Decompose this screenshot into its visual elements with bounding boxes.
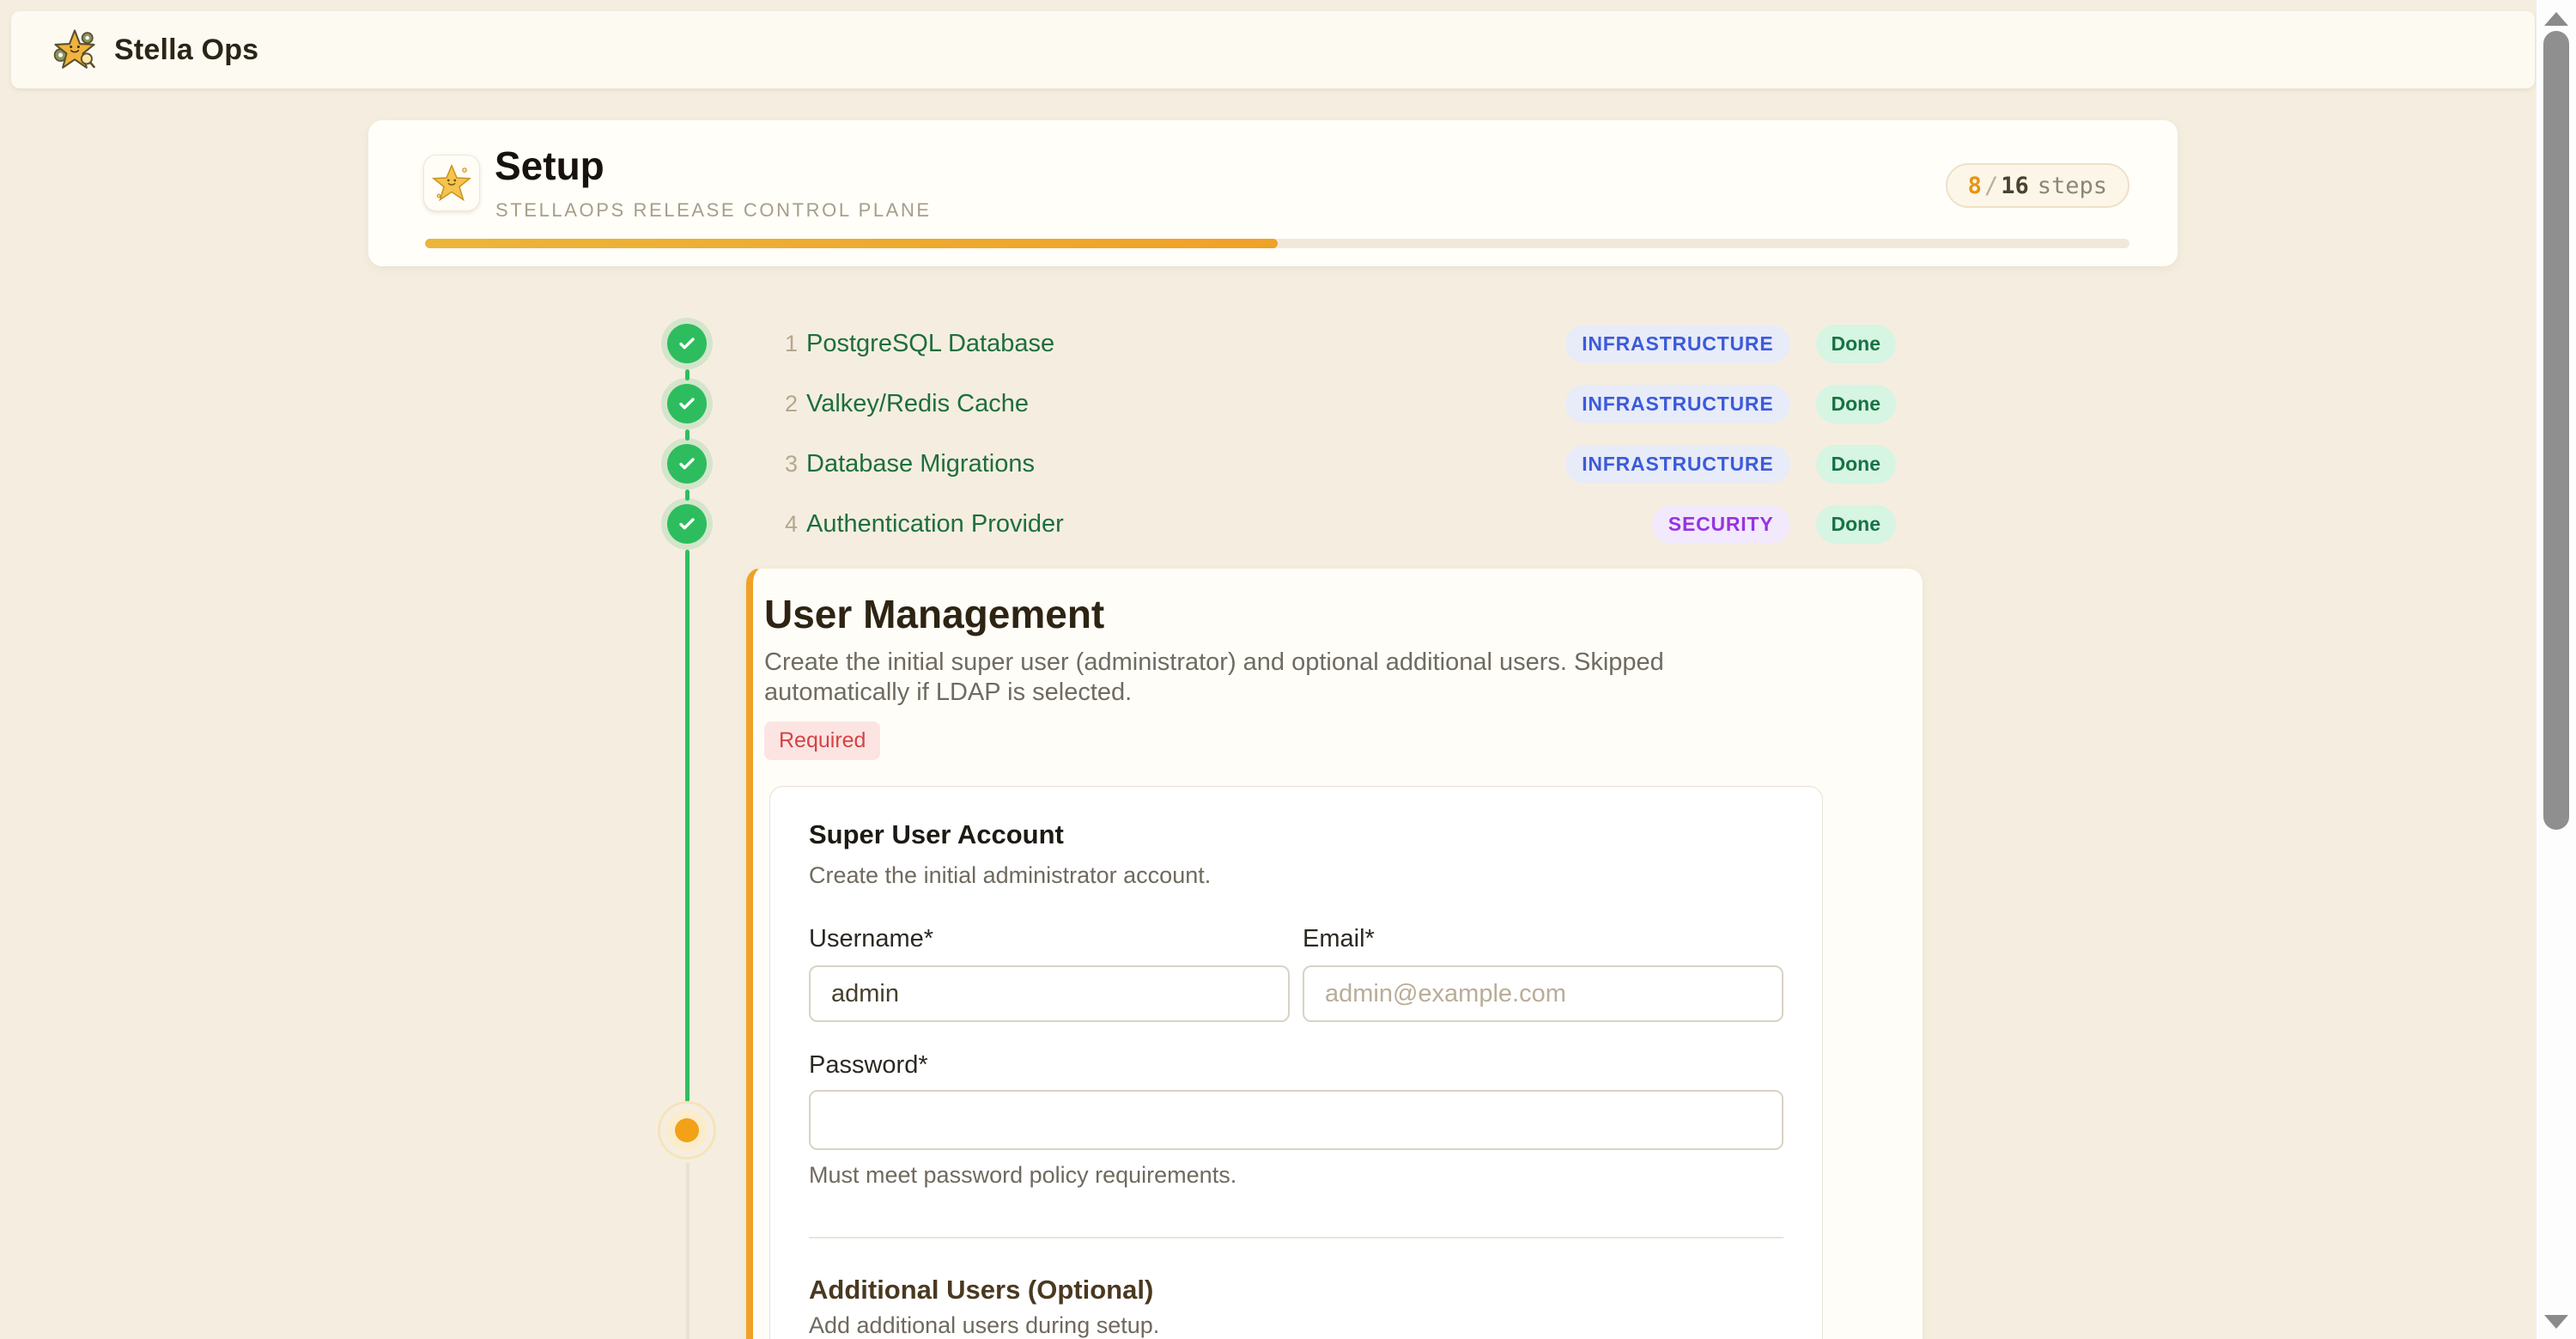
super-user-subtitle: Create the initial administrator account… bbox=[809, 862, 1783, 889]
step-number: 1 bbox=[774, 331, 798, 357]
step-row-3[interactable]: 3 Database Migrations INFRASTRUCTURE Done bbox=[667, 444, 1896, 484]
step-row-1[interactable]: 1 PostgreSQL Database INFRASTRUCTURE Done bbox=[667, 324, 1896, 363]
step-complete-check-icon bbox=[667, 504, 707, 544]
username-field[interactable] bbox=[809, 965, 1290, 1022]
password-field[interactable] bbox=[809, 1090, 1783, 1150]
setup-progress-track bbox=[425, 239, 2129, 248]
steps-unit: steps bbox=[2038, 173, 2107, 199]
timeline-connector bbox=[685, 429, 690, 441]
step-category-badge: INFRASTRUCTURE bbox=[1565, 445, 1789, 484]
additional-users-subtitle: Add additional users during setup. bbox=[809, 1312, 1783, 1339]
section-description: Create the initial super user (administr… bbox=[764, 648, 1752, 708]
step-number: 2 bbox=[774, 391, 798, 417]
steps-separator: / bbox=[1982, 173, 2001, 199]
email-field[interactable] bbox=[1303, 965, 1783, 1022]
step-row-2[interactable]: 2 Valkey/Redis Cache INFRASTRUCTURE Done bbox=[667, 384, 1896, 423]
scroll-up-arrow-icon[interactable] bbox=[2544, 12, 2568, 26]
scrollbar-thumb[interactable] bbox=[2543, 31, 2569, 830]
timeline-pending-connector bbox=[686, 1163, 690, 1339]
username-label: Username* bbox=[809, 925, 1290, 953]
page-title: Setup bbox=[495, 143, 605, 189]
section-title: User Management bbox=[764, 591, 1923, 637]
step-status-badge: Done bbox=[1816, 385, 1897, 423]
stellaops-logo-icon bbox=[51, 27, 99, 72]
email-label: Email* bbox=[1303, 925, 1783, 953]
setup-progress-fill bbox=[425, 239, 1278, 248]
step-complete-check-icon bbox=[667, 384, 707, 423]
steps-current: 8 bbox=[1968, 173, 1982, 199]
steps-progress-badge: 8 / 16 steps bbox=[1946, 163, 2129, 208]
current-step-indicator bbox=[675, 1118, 699, 1142]
setup-page: Stella Ops Setup STELLAOPS RELEASE CONTR… bbox=[0, 0, 2576, 1339]
setup-logo-icon bbox=[423, 155, 480, 211]
step-category-badge: INFRASTRUCTURE bbox=[1565, 325, 1789, 363]
step-label: Authentication Provider bbox=[806, 510, 1064, 539]
vertical-scrollbar[interactable] bbox=[2536, 0, 2576, 1339]
timeline-connector bbox=[685, 550, 690, 1102]
step-status-badge: Done bbox=[1816, 505, 1897, 544]
step-label: PostgreSQL Database bbox=[806, 330, 1054, 358]
step-label: Valkey/Redis Cache bbox=[806, 390, 1029, 418]
step-status-badge: Done bbox=[1816, 445, 1897, 484]
step-complete-check-icon bbox=[667, 324, 707, 363]
step-status-badge: Done bbox=[1816, 325, 1897, 363]
top-bar: Stella Ops bbox=[11, 11, 2535, 88]
scroll-down-arrow-icon[interactable] bbox=[2544, 1315, 2568, 1329]
brand-title: Stella Ops bbox=[114, 33, 258, 67]
page-subtitle: STELLAOPS RELEASE CONTROL PLANE bbox=[495, 199, 932, 222]
timeline-connector bbox=[685, 490, 690, 501]
steps-total: 16 bbox=[2001, 173, 2029, 199]
additional-users-title: Additional Users (Optional) bbox=[809, 1275, 1783, 1306]
super-user-card: Super User Account Create the initial ad… bbox=[769, 786, 1823, 1339]
super-user-title: Super User Account bbox=[809, 819, 1783, 850]
step-row-4[interactable]: 4 Authentication Provider SECURITY Done bbox=[667, 504, 1896, 544]
step-label: Database Migrations bbox=[806, 450, 1035, 478]
timeline-connector bbox=[685, 369, 690, 380]
step-category-badge: INFRASTRUCTURE bbox=[1565, 385, 1789, 423]
step-number: 3 bbox=[774, 451, 798, 478]
step-complete-check-icon bbox=[667, 444, 707, 484]
user-management-section: User Management Create the initial super… bbox=[746, 568, 1923, 1339]
step-category-badge: SECURITY bbox=[1652, 505, 1790, 544]
password-label: Password* bbox=[809, 1051, 1783, 1080]
step-number: 4 bbox=[774, 511, 798, 538]
required-badge: Required bbox=[764, 721, 880, 760]
setup-header-card: Setup STELLAOPS RELEASE CONTROL PLANE 8 … bbox=[368, 120, 2178, 266]
password-helper-text: Must meet password policy requirements. bbox=[809, 1162, 1783, 1189]
section-divider bbox=[809, 1237, 1783, 1239]
